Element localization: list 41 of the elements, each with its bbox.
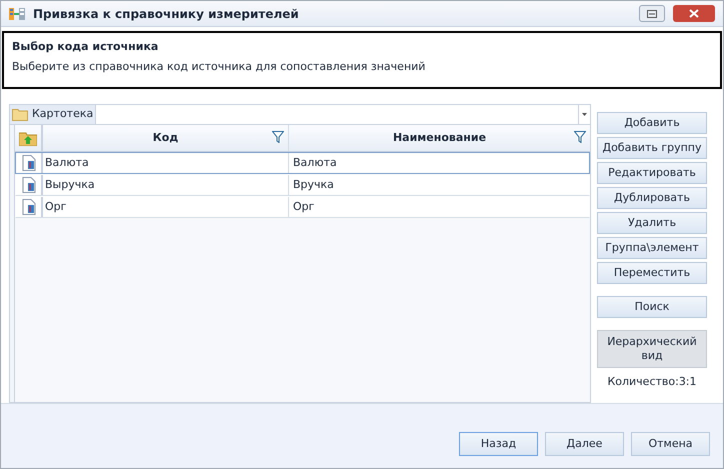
document-icon <box>22 177 36 193</box>
filter-icon[interactable] <box>574 131 586 143</box>
folder-icon <box>12 108 28 121</box>
action-button[interactable]: Дублировать <box>597 187 707 209</box>
table-cell-text: Орг <box>292 198 316 215</box>
action-button[interactable]: Удалить <box>597 212 707 234</box>
table-cell: Валюта <box>43 153 289 173</box>
table-row[interactable]: Орг Орг <box>15 196 590 218</box>
action-button[interactable]: Редактировать <box>597 162 707 184</box>
document-icon <box>22 155 36 171</box>
filter-icon[interactable] <box>272 131 284 143</box>
footer-button[interactable]: Отмена <box>631 432 710 456</box>
section-description: Выберите из справочника код источника для сопоставления значений <box>12 58 426 74</box>
action-button[interactable]: Группа\элемент <box>597 237 707 259</box>
close-button[interactable] <box>673 5 715 22</box>
restore-button[interactable] <box>639 5 665 22</box>
table-cell-text: Вручка <box>292 176 335 193</box>
window-title: Привязка к справочнику измерителей <box>33 6 299 22</box>
section-heading: Выбор кода источника <box>12 39 160 55</box>
restore-icon <box>647 10 657 18</box>
table-cell: Орг <box>43 197 289 217</box>
table-row[interactable]: Валюта Валюта <box>15 152 590 174</box>
table-row[interactable]: Выручка Вручка <box>15 174 590 196</box>
breadcrumb-item[interactable]: Картотека <box>10 105 96 124</box>
column-header[interactable]: Код <box>43 125 289 151</box>
table-cell-text: Валюта <box>292 154 338 171</box>
action-button[interactable]: Иерархический вид <box>597 330 707 368</box>
action-button[interactable]: Добавить <box>597 112 707 134</box>
footer-button[interactable]: Назад <box>459 432 538 456</box>
folder-up-icon[interactable] <box>19 130 37 146</box>
footer-button[interactable]: Далее <box>545 432 624 456</box>
close-icon <box>689 9 699 18</box>
action-button[interactable]: Добавить группу <box>597 137 707 159</box>
table-cell: Выручка <box>43 175 289 195</box>
document-icon <box>22 199 36 215</box>
action-button[interactable]: Переместить <box>597 262 707 284</box>
app-icon <box>9 6 25 20</box>
dropdown-arrow-icon[interactable] <box>578 105 590 124</box>
action-button[interactable]: Поиск <box>597 296 707 318</box>
item-count: Количество:3:1 <box>606 374 698 390</box>
column-header[interactable]: Наименование <box>289 125 590 151</box>
